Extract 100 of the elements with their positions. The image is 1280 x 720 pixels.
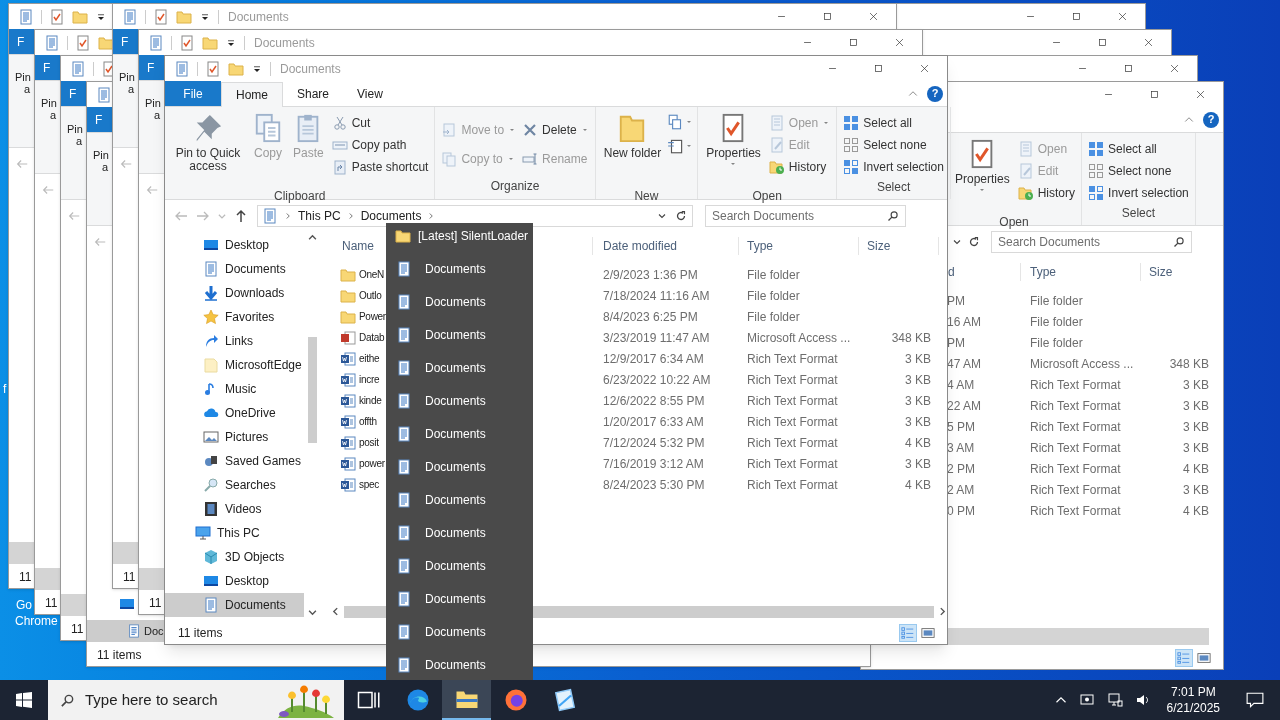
ribbon-button[interactable]: a <box>24 83 31 96</box>
jump-list-item[interactable]: Documents <box>386 285 533 318</box>
ribbon-button[interactable]: Pin <box>119 71 135 84</box>
ribbon-button[interactable]: Invert selection <box>1086 182 1191 204</box>
column-header[interactable]: Size <box>859 237 939 255</box>
jump-list-item[interactable]: Documents <box>386 582 533 615</box>
scroll-left-icon[interactable] <box>331 607 340 616</box>
sidebar-item[interactable]: Documents <box>165 257 304 281</box>
column-header[interactable]: Type <box>739 237 859 255</box>
sidebar-item[interactable]: Saved Games <box>165 449 304 473</box>
file-name[interactable]: Datab <box>359 330 385 345</box>
horizontal-scrollbar[interactable] <box>113 542 138 564</box>
ribbon-button[interactable]: Properties <box>951 137 1014 213</box>
taskbar-search-field[interactable]: Type here to search <box>48 680 344 720</box>
sidebar-item[interactable]: MicrosoftEdge <box>165 353 304 377</box>
column-header[interactable]: Name <box>342 237 374 255</box>
ribbon-button[interactable]: a <box>154 109 161 122</box>
scroll-right-icon[interactable] <box>938 607 947 616</box>
details-view-button[interactable] <box>1175 649 1193 667</box>
jump-list-item[interactable]: Documents <box>386 549 533 582</box>
ribbon-button[interactable]: a <box>50 109 57 122</box>
tab-fragment[interactable]: F <box>139 55 165 80</box>
help-button[interactable]: ? <box>1203 111 1219 128</box>
file-name[interactable]: offth <box>359 414 377 429</box>
sidebar-item[interactable]: OneDrive <box>165 401 304 425</box>
ribbon-tab[interactable]: File <box>165 81 221 106</box>
file-name[interactable]: kinde <box>359 393 382 408</box>
tab-fragment[interactable]: F <box>9 29 35 54</box>
ribbon-button[interactable]: Copy path <box>329 134 431 156</box>
tab-fragment[interactable]: F <box>113 29 139 54</box>
jump-list-item[interactable]: Documents <box>386 252 533 285</box>
ribbon-button[interactable]: Pin <box>15 71 31 84</box>
help-button[interactable]: ? <box>927 85 943 102</box>
ribbon-button[interactable]: Select none <box>841 134 946 156</box>
sidebar-item[interactable]: Downloads <box>165 281 304 305</box>
ribbon-tab[interactable]: View <box>343 81 397 106</box>
tab-fragment[interactable]: F <box>61 81 87 106</box>
ribbon-button[interactable]: Pin <box>67 123 83 136</box>
sidebar-item[interactable]: Searches <box>165 473 304 497</box>
sidebar-item[interactable]: Desktop <box>165 233 304 257</box>
file-name[interactable]: power <box>359 456 385 471</box>
ribbon-button[interactable]: Pin to Quick access <box>169 111 247 187</box>
sidebar-item[interactable]: Videos <box>165 497 304 521</box>
ribbon-button[interactable]: Pin <box>93 149 109 162</box>
ribbon-button[interactable]: New folder <box>599 111 666 187</box>
column-header[interactable]: Size <box>1141 263 1223 281</box>
ribbon-button[interactable]: History <box>766 156 833 178</box>
jump-list-item[interactable]: Documents <box>386 483 533 516</box>
horizontal-scrollbar[interactable] <box>9 542 34 564</box>
ribbon-tab[interactable]: Home <box>221 82 283 107</box>
device-icon[interactable] <box>1078 692 1095 708</box>
jump-list-item[interactable]: Documents <box>386 384 533 417</box>
file-name[interactable]: incre <box>359 372 380 387</box>
details-view-button[interactable] <box>899 623 917 642</box>
column-header[interactable]: Type <box>1021 263 1141 281</box>
sidebar-item[interactable]: Pictures <box>165 425 304 449</box>
ribbon-button[interactable]: Cut <box>329 112 431 134</box>
search-field[interactable]: Search Documents <box>705 205 906 227</box>
tab-fragment[interactable]: F <box>35 55 61 80</box>
jump-list-item[interactable]: Documents <box>386 351 533 384</box>
ribbon-button[interactable]: Delete <box>520 119 591 141</box>
jump-list-item[interactable]: Documents <box>386 417 533 450</box>
ribbon-button[interactable]: a <box>128 83 135 96</box>
ribbon-button[interactable]: a <box>76 135 83 148</box>
sidebar-item[interactable]: Favorites <box>165 305 304 329</box>
file-name[interactable]: spec <box>359 477 379 492</box>
network-icon[interactable] <box>1106 692 1123 708</box>
sidebar-item[interactable]: This PC <box>165 521 304 545</box>
ribbon-button[interactable]: Paste shortcut <box>329 156 431 178</box>
column-header[interactable]: Date modified <box>593 237 739 255</box>
horizontal-scrollbar[interactable] <box>947 628 1209 645</box>
recent-dropdown-icon[interactable] <box>217 211 227 221</box>
ribbon-button[interactable]: Properties <box>702 111 765 187</box>
ribbon-button[interactable]: Pin <box>145 97 161 110</box>
search-field[interactable]: Search Documents <box>991 231 1192 253</box>
scroll-thumb[interactable] <box>308 337 317 443</box>
ribbon-button[interactable]: a <box>102 161 109 174</box>
sidebar-item[interactable]: 3D Objects <box>165 545 304 569</box>
horizontal-scrollbar[interactable] <box>35 568 60 590</box>
ribbon-button[interactable]: Select all <box>1086 138 1191 160</box>
tab-fragment[interactable]: F <box>87 107 113 132</box>
sidebar-item[interactable]: Music <box>165 377 304 401</box>
horizontal-scrollbar[interactable] <box>139 568 164 590</box>
ribbon-button[interactable]: Pin <box>41 97 57 110</box>
jump-list-item[interactable]: Documents <box>386 615 533 648</box>
jump-list-item[interactable]: Documents <box>386 450 533 483</box>
ribbon-button[interactable]: History <box>1015 182 1078 204</box>
file-name[interactable]: Outlo <box>359 288 382 303</box>
speaker-icon[interactable] <box>1134 692 1151 708</box>
scroll-up-icon[interactable] <box>308 233 317 242</box>
sidebar-item[interactable]: Doc <box>87 620 164 642</box>
clock[interactable]: 7:01 PM 6/21/2025 <box>1162 684 1224 716</box>
sidebar-item[interactable]: Links <box>165 329 304 353</box>
taskbar-button[interactable] <box>442 680 491 720</box>
jump-list-item[interactable]: Documents <box>386 648 533 680</box>
jump-list-item[interactable]: Documents <box>386 318 533 351</box>
horizontal-scrollbar[interactable] <box>61 594 86 616</box>
file-name[interactable]: eithe <box>359 351 380 366</box>
ribbon-button[interactable]: Select none <box>1086 160 1191 182</box>
ribbon-button[interactable]: Select all <box>841 112 946 134</box>
